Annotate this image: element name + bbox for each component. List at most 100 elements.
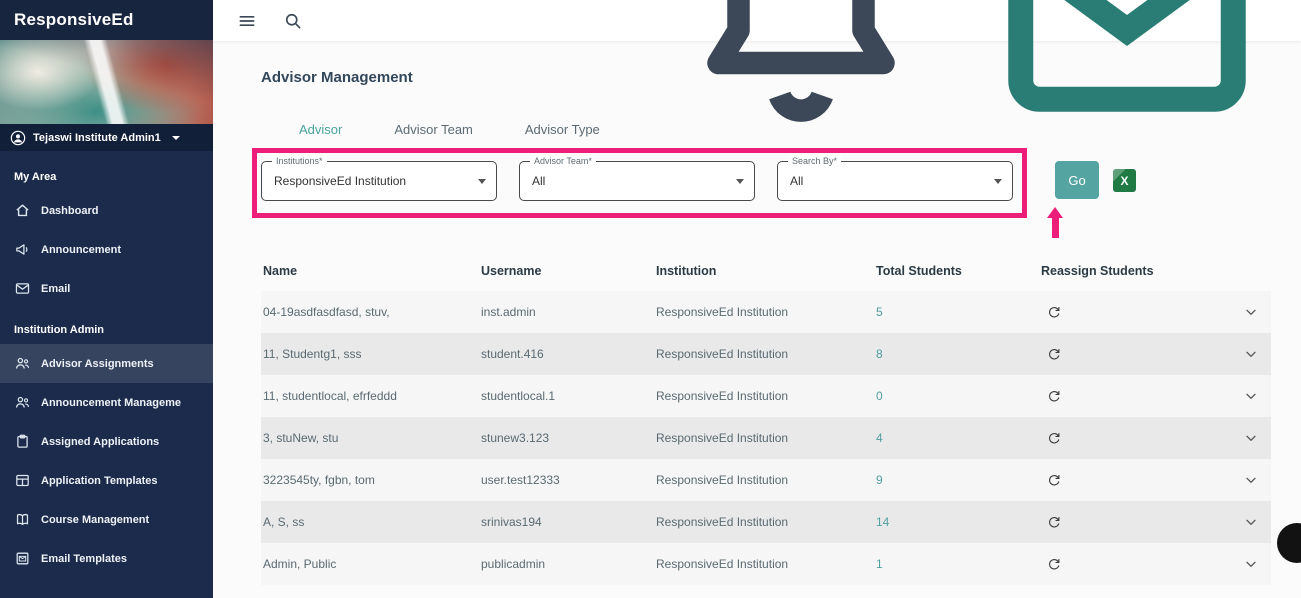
sidebar-item-dashboard[interactable]: Dashboard — [0, 191, 213, 230]
notifications-button[interactable]: 0 — [651, 0, 951, 173]
refresh-icon — [1046, 388, 1062, 404]
column-header: Name — [261, 264, 479, 278]
mail-icon — [14, 280, 31, 297]
cell-total-students: 0 — [874, 389, 1039, 403]
chevron-down-icon — [172, 136, 180, 140]
user-menu[interactable]: Tejaswi Institute Admin1 — [0, 124, 213, 151]
table-row: 11, Studentg1, sss student.416 Responsiv… — [261, 333, 1271, 375]
refresh-icon — [1046, 556, 1062, 572]
sidebar-item-announcement[interactable]: Announcement — [0, 230, 213, 269]
reassign-students-button[interactable] — [1041, 425, 1067, 451]
reassign-students-button[interactable] — [1041, 299, 1067, 325]
sidebar: ResponsiveEd Tejaswi Institute Admin1 My… — [0, 0, 213, 598]
filter-institutions[interactable]: Institutions* ResponsiveEd Institution — [261, 161, 497, 201]
reassign-students-button[interactable] — [1041, 509, 1067, 535]
chevron-down-icon — [1243, 388, 1259, 404]
sidebar-section-institution-admin[interactable]: Institution Admin — [0, 308, 213, 344]
cell-name: A, S, ss — [261, 515, 479, 529]
reassign-students-button[interactable] — [1041, 341, 1067, 367]
cell-name: 11, Studentg1, sss — [261, 347, 479, 361]
cell-username: publicadmin — [479, 557, 654, 571]
table-body: 04-19asdfasdfasd, stuv, inst.admin Respo… — [261, 291, 1271, 585]
cell-institution: ResponsiveEd Institution — [654, 515, 874, 529]
app-root: ResponsiveEd Tejaswi Institute Admin1 My… — [0, 0, 1301, 598]
table-header-row: Name Username Institution Total Students… — [261, 251, 1271, 291]
refresh-icon — [1046, 346, 1062, 362]
mail-icon — [977, 155, 1277, 172]
topbar: 0 2 — [213, 0, 1301, 41]
cell-institution: ResponsiveEd Institution — [654, 347, 874, 361]
expand-row-button[interactable] — [1238, 509, 1264, 535]
chevron-down-icon — [1243, 514, 1259, 530]
sidebar-item-email[interactable]: Email — [0, 269, 213, 308]
sidebar-section-my-area[interactable]: My Area — [0, 155, 213, 191]
tab-advisor-team[interactable]: Advisor Team — [368, 112, 499, 147]
user-name: Tejaswi Institute Admin1 — [33, 132, 161, 144]
mail-template-icon — [14, 550, 31, 567]
cell-institution: ResponsiveEd Institution — [654, 557, 874, 571]
tab-advisor-type[interactable]: Advisor Type — [499, 112, 626, 147]
reassign-students-button[interactable] — [1041, 467, 1067, 493]
sidebar-item-course-management[interactable]: Course Management — [0, 500, 213, 539]
cell-total-students: 9 — [874, 473, 1039, 487]
avatar-icon — [10, 130, 26, 146]
dropdown-caret-icon — [994, 179, 1002, 184]
reassign-students-button[interactable] — [1041, 383, 1067, 409]
search-icon[interactable] — [283, 11, 303, 31]
expand-row-button[interactable] — [1238, 299, 1264, 325]
messages-button[interactable]: 2 — [977, 0, 1277, 173]
menu-icon[interactable] — [237, 11, 257, 31]
table-row: 3, stuNew, stu stunew3.123 ResponsiveEd … — [261, 417, 1271, 459]
tab-advisor[interactable]: Advisor — [273, 112, 368, 147]
cell-name: 11, studentlocal, efrfeddd — [261, 389, 479, 403]
cell-total-students: 8 — [874, 347, 1039, 361]
bell-icon — [651, 155, 951, 172]
expand-row-button[interactable] — [1238, 383, 1264, 409]
table-row: 11, studentlocal, efrfeddd studentlocal.… — [261, 375, 1271, 417]
cell-name: 04-19asdfasdfasd, stuv, — [261, 305, 479, 319]
expand-row-button[interactable] — [1238, 467, 1264, 493]
chevron-down-icon — [1243, 472, 1259, 488]
cell-username: inst.admin — [479, 305, 654, 319]
cell-username: user.test12333 — [479, 473, 654, 487]
cell-username: srinivas194 — [479, 515, 654, 529]
cell-name: 3, stuNew, stu — [261, 431, 479, 445]
expand-row-button[interactable] — [1238, 341, 1264, 367]
expand-row-button[interactable] — [1238, 551, 1264, 577]
cell-institution: ResponsiveEd Institution — [654, 389, 874, 403]
expand-row-button[interactable] — [1238, 425, 1264, 451]
users-icon — [14, 394, 31, 411]
sidebar-banner-image — [0, 40, 213, 124]
clipboard-icon — [14, 433, 31, 450]
sidebar-item-email-templates[interactable]: Email Templates — [0, 539, 213, 578]
sidebar-item-advisor-assignments[interactable]: Advisor Assignments — [0, 344, 213, 383]
filter-label: Institutions* — [272, 156, 327, 166]
column-header: Institution — [654, 264, 874, 278]
refresh-icon — [1046, 430, 1062, 446]
table-row: 3223545ty, fgbn, tom user.test12333 Resp… — [261, 459, 1271, 501]
cell-total-students: 4 — [874, 431, 1039, 445]
chevron-down-icon — [1243, 304, 1259, 320]
sidebar-item-application-templates[interactable]: Application Templates — [0, 461, 213, 500]
home-icon — [14, 202, 31, 219]
chevron-down-icon — [1243, 346, 1259, 362]
users-icon — [14, 355, 31, 372]
cell-total-students: 5 — [874, 305, 1039, 319]
cell-total-students: 14 — [874, 515, 1039, 529]
chevron-down-icon — [1243, 430, 1259, 446]
sidebar-item-announcement-management[interactable]: Announcement Manageme — [0, 383, 213, 422]
cell-institution: ResponsiveEd Institution — [654, 473, 874, 487]
refresh-icon — [1046, 514, 1062, 530]
sidebar-item-assigned-applications[interactable]: Assigned Applications — [0, 422, 213, 461]
cell-name: Admin, Public — [261, 557, 479, 571]
dropdown-caret-icon — [736, 179, 744, 184]
table-row: Admin, Public publicadmin ResponsiveEd I… — [261, 543, 1271, 585]
cell-name: 3223545ty, fgbn, tom — [261, 473, 479, 487]
sidebar-menu: My Area Dashboard Announcement Email — [0, 151, 213, 598]
table-row: A, S, ss srinivas194 ResponsiveEd Instit… — [261, 501, 1271, 543]
filter-selected-value: ResponsiveEd Institution — [262, 162, 496, 200]
reassign-students-button[interactable] — [1041, 551, 1067, 577]
cell-username: student.416 — [479, 347, 654, 361]
refresh-icon — [1046, 472, 1062, 488]
filter-label: Advisor Team* — [530, 156, 596, 166]
